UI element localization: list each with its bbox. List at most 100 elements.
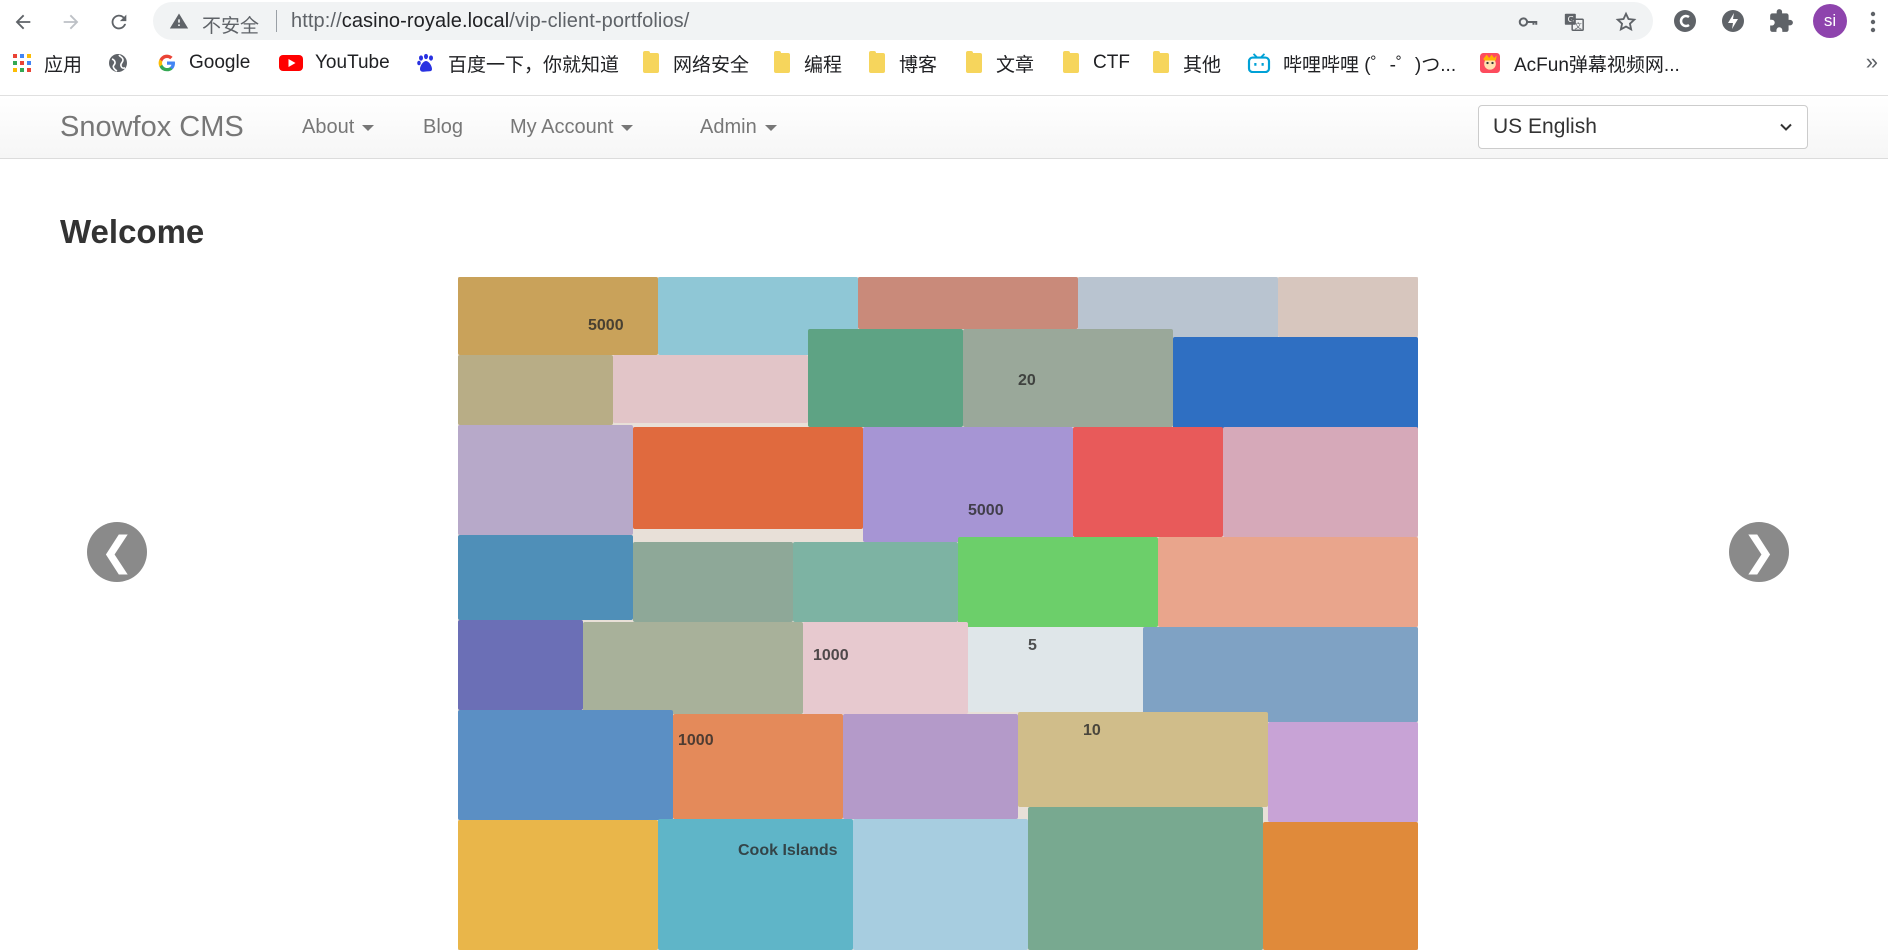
nav-admin-dropdown[interactable]: Admin [700,116,777,139]
banknote [633,542,793,622]
back-arrow-icon [15,14,31,30]
banknote [858,277,1078,329]
banknote [458,820,658,950]
globe-icon [109,54,127,72]
carousel-prev-button[interactable]: ❮ [87,522,147,582]
banknote [458,277,658,355]
youtube-icon [279,55,303,71]
key-icon[interactable] [1517,11,1539,33]
banknote [1278,277,1418,337]
banknote [458,425,633,535]
nav-my-account-dropdown[interactable]: My Account [510,116,634,139]
bookmark-folder-articles[interactable]: 文章 [966,51,1035,76]
bookmark-apps[interactable]: 应用 [12,51,83,76]
bookmark-folder-ctf[interactable]: CTF [1063,51,1130,75]
nav-blog-link[interactable]: Blog [423,116,463,139]
bookmark-bilibili[interactable]: 哔哩哔哩 (゜-゜)つ... [1247,51,1456,76]
bookmark-label: AcFun弹幕视频网... [1514,54,1680,76]
bookmark-label: 百度一下，你就知道 [448,54,620,76]
forward-arrow-icon [63,14,79,30]
security-label[interactable]: 不安全 [202,11,259,38]
banknote-mark: 20 [1018,372,1036,389]
banknote-mark: 1000 [678,732,714,749]
bookmark-acfun[interactable]: AcFun弹幕视频网... [1478,51,1680,76]
url-path: /vip-client-portfolios/ [509,10,690,32]
bookmark-folder-programming[interactable]: 编程 [774,51,843,76]
banknote-mark: Cook Islands [738,842,838,859]
forward-button[interactable] [57,8,85,36]
language-select-value: US English [1493,115,1597,138]
reload-button[interactable] [105,8,133,36]
banknote [458,710,673,820]
banknote [963,329,1173,427]
url-scheme: http:// [291,10,342,32]
nav-admin-label: Admin [700,116,757,138]
bookmark-label: 博客 [899,54,938,76]
kebab-menu-icon[interactable] [1870,10,1876,34]
omnibox-divider [276,10,277,32]
bookmark-google[interactable]: Google [157,51,250,75]
bookmark-label: 网络安全 [673,54,750,76]
bookmark-folder-security[interactable]: 网络安全 [643,51,750,76]
c-extension-icon[interactable] [1672,8,1698,34]
bookmark-folder-other[interactable]: 其他 [1153,51,1221,76]
url-host: casino-royale.local [341,10,510,32]
profile-avatar[interactable]: si [1813,4,1847,38]
banknote [583,622,803,714]
banknote [1223,427,1418,537]
folder-icon [869,51,885,73]
bookmark-baidu[interactable]: 百度一下，你就知道 [416,51,620,76]
bookmark-youtube[interactable]: YouTube [279,51,390,75]
lightning-extension-icon[interactable] [1720,8,1746,34]
banknote [458,535,633,620]
page-title: Welcome [60,213,205,250]
translate-icon[interactable]: G文 [1563,11,1585,33]
banknote [658,819,853,950]
nav-about-dropdown[interactable]: About [302,116,375,139]
banknote [1018,712,1268,807]
bookmark-label: 编程 [804,54,843,76]
bookmark-folder-blog[interactable]: 博客 [869,51,938,76]
bookmark-label: 文章 [996,54,1035,76]
google-icon [158,54,175,72]
banknote [1158,537,1418,627]
bookmark-label: CTF [1093,52,1130,73]
banknote [958,537,1158,627]
bookmark-label: YouTube [315,52,390,73]
nav-about-label: About [302,116,355,138]
banknote [1263,822,1418,950]
star-bookmark-icon[interactable] [1615,11,1637,33]
carousel-next-button[interactable]: ❯ [1729,522,1789,582]
folder-icon [643,51,659,73]
acfun-icon [1480,53,1500,73]
bookmark-globe[interactable] [108,51,140,75]
reload-icon [111,14,127,30]
banknote [863,427,1073,542]
banknote [1028,807,1263,950]
browser-toolbar: 不安全 http://casino-royale.local/vip-clien… [0,0,1888,43]
banknote-mark: 10 [1083,722,1101,739]
banknote [458,355,613,425]
folder-icon [1153,51,1169,73]
banknote [843,714,1018,819]
language-select[interactable]: US English [1478,105,1808,149]
svg-text:文: 文 [1574,21,1582,30]
warning-triangle-icon [169,13,189,29]
folder-icon [1063,51,1079,73]
banknote-mark: 5000 [968,502,1004,519]
caret-down-icon [362,124,375,131]
nav-my-account-label: My Account [510,116,614,138]
banknote [1143,627,1418,722]
url-text[interactable]: http://casino-royale.local/vip-client-po… [291,10,689,33]
back-button[interactable] [9,8,37,36]
bookmark-label: 应用 [44,54,83,76]
puzzle-extensions-icon[interactable] [1768,8,1794,34]
chevron-down-icon [1780,123,1792,131]
banknote [673,714,843,819]
address-bar[interactable]: 不安全 http://casino-royale.local/vip-clien… [153,2,1653,40]
bookmarks-overflow-button[interactable]: » [1866,49,1878,75]
site-brand[interactable]: Snowfox CMS [60,111,244,144]
banknote [968,627,1143,712]
apps-grid-icon [13,54,31,72]
banknote [633,427,863,529]
